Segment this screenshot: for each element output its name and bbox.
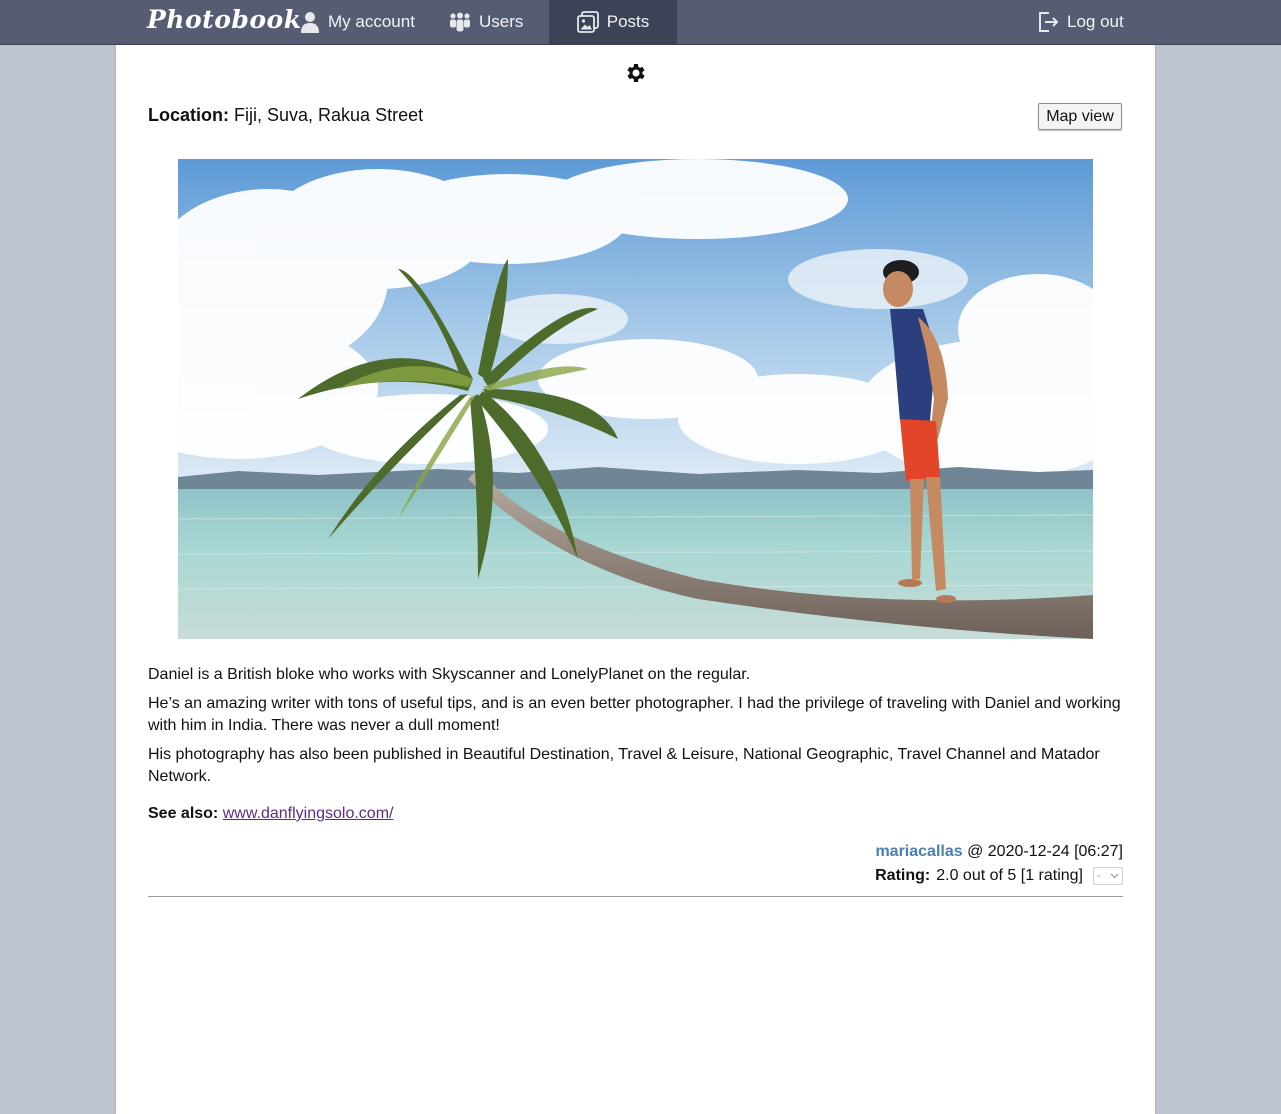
post-photo <box>178 159 1093 639</box>
nav-users-label: Users <box>479 12 524 31</box>
nav-my-account[interactable]: My account <box>300 0 415 44</box>
post-meta: mariacallas @ 2020-12-24 [06:27] <box>875 843 1123 861</box>
gallery-icon <box>576 11 599 33</box>
author-link[interactable]: mariacallas <box>875 843 962 860</box>
see-also-link[interactable]: www.danflyingsolo.com/ <box>223 805 394 822</box>
location-label: Location: <box>148 105 229 125</box>
post-divider <box>148 896 1123 897</box>
post-timestamp: @ 2020-12-24 [06:27] <box>967 843 1123 860</box>
users-icon <box>450 12 470 32</box>
see-also-label: See also: <box>148 805 219 822</box>
nav-logout[interactable]: Log out <box>1037 0 1124 44</box>
post-location: Location: Fiji, Suva, Rakua Street <box>148 105 423 126</box>
user-icon <box>301 12 319 33</box>
logout-icon <box>1039 12 1059 32</box>
chevron-down-icon <box>1110 873 1119 879</box>
post-paragraph: His photography has also been published … <box>148 746 1100 785</box>
post-paragraph: Daniel is a British bloke who works with… <box>148 666 751 683</box>
map-view-button[interactable]: Map view <box>1038 103 1122 130</box>
brand-logo[interactable]: Photobook <box>147 5 302 34</box>
post-rating: Rating: 2.0 out of 5 [1 rating] - <box>875 867 1123 885</box>
post-card: Location: Fiji, Suva, Rakua Street Map v… <box>116 45 1155 1114</box>
rating-label: Rating: <box>875 867 931 884</box>
rating-select-value: - <box>1097 870 1101 882</box>
top-navbar: Photobook My account Users Posts Log out <box>0 0 1281 45</box>
nav-users[interactable]: Users <box>449 0 523 44</box>
post-paragraph: He’s an amazing writer with tons of usef… <box>148 695 1121 734</box>
nav-logout-label: Log out <box>1067 12 1124 31</box>
nav-my-account-label: My account <box>328 12 415 31</box>
location-value: Fiji, Suva, Rakua Street <box>234 105 424 125</box>
rating-select[interactable]: - <box>1093 867 1123 885</box>
rating-value: 2.0 out of 5 [1 rating] <box>936 867 1083 884</box>
gear-icon[interactable] <box>623 61 647 85</box>
see-also: See also: www.danflyingsolo.com/ <box>148 803 1123 825</box>
nav-posts-label: Posts <box>606 12 650 31</box>
nav-posts[interactable]: Posts <box>549 0 677 44</box>
